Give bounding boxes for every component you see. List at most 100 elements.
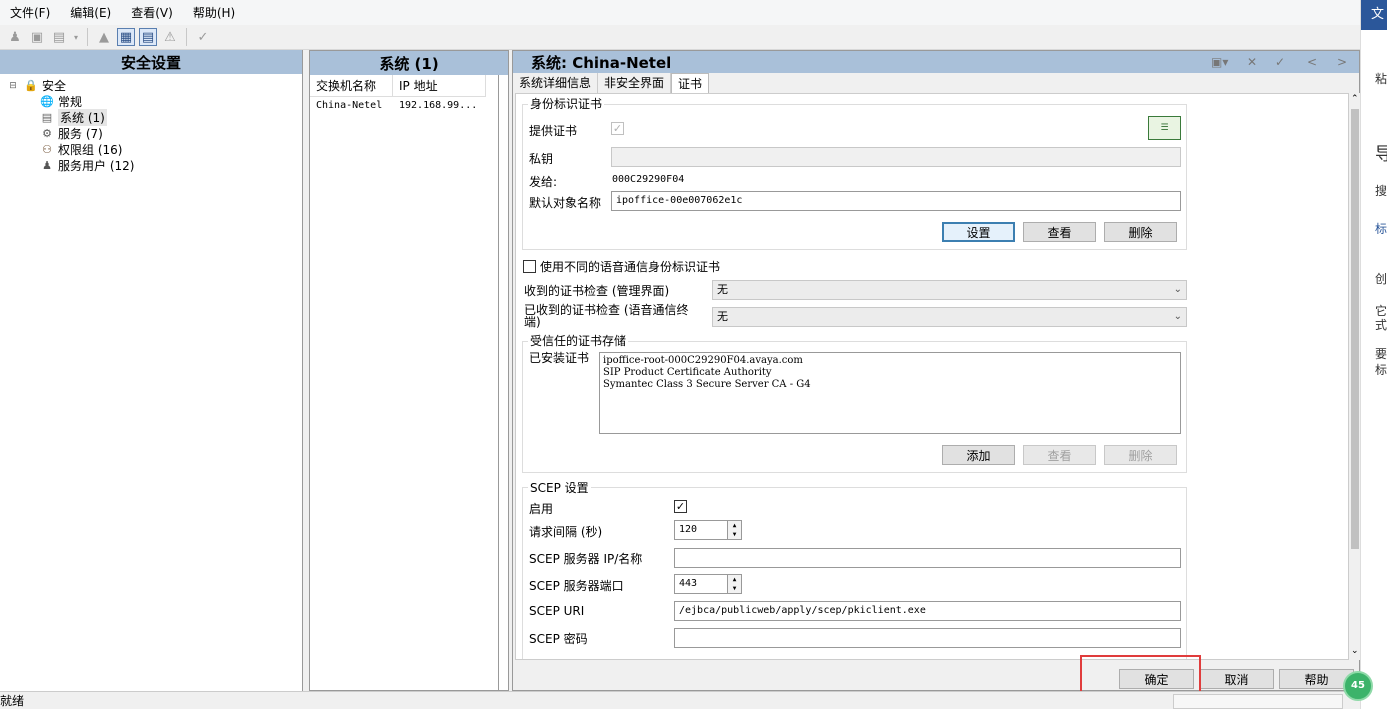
- tree-item-general[interactable]: 🌐 常规: [40, 93, 82, 110]
- toolbar-divider: [186, 28, 187, 46]
- notification-badge[interactable]: 45: [1343, 671, 1373, 701]
- scrollbar-thumb[interactable]: [1351, 109, 1359, 549]
- system-detail-panel: 系统: China-Netel ▣▾ ✕ ✓ < > 系统详细信息 非安全界面 …: [512, 50, 1361, 691]
- checkmark-icon[interactable]: ✓: [194, 28, 212, 46]
- warning-icon[interactable]: ⚠: [161, 28, 179, 46]
- side-text: 要: [1375, 347, 1387, 361]
- scep-server-port-stepper[interactable]: 443 ▲ ▼: [674, 574, 742, 594]
- panel-title: 安全设置: [0, 50, 302, 74]
- private-key-field[interactable]: [611, 147, 1181, 167]
- use-diff-cert-checkbox[interactable]: [523, 260, 536, 273]
- group-icon: ⚇: [42, 143, 52, 156]
- up-icon[interactable]: ▲: [95, 28, 113, 46]
- delete-button[interactable]: 删除: [1104, 222, 1177, 242]
- scep-uri-input[interactable]: /ejbca/publicweb/apply/scep/pkiclient.ex…: [674, 601, 1181, 621]
- save-icon[interactable]: ▣: [28, 28, 46, 46]
- chevron-down-icon: ⌄: [1173, 284, 1182, 295]
- tree-label: 系统 (1): [58, 109, 107, 126]
- toolbar-divider: [87, 28, 88, 46]
- dropdown-arrow-icon[interactable]: ▾: [72, 28, 80, 46]
- side-text: 搜: [1375, 184, 1387, 198]
- side-title: 文: [1361, 0, 1387, 30]
- view-details-icon[interactable]: ▦: [117, 28, 135, 46]
- tree-label: 常规: [58, 95, 83, 109]
- tab-certificates[interactable]: 证书: [671, 73, 710, 93]
- server-icon: ▤: [41, 111, 53, 124]
- menu-edit[interactable]: 编辑(E): [60, 4, 121, 21]
- set-button[interactable]: 设置: [942, 222, 1015, 242]
- provide-cert-checkbox[interactable]: ✓: [611, 122, 624, 135]
- table-row-ip-address[interactable]: 192.168.99...: [393, 98, 493, 114]
- panel-title: 系统: China-Netel: [513, 51, 1359, 73]
- list-item[interactable]: Symantec Class 3 Secure Server CA - G4: [603, 379, 1177, 391]
- stepper-arrows-icon[interactable]: ▲ ▼: [727, 575, 741, 593]
- scep-server-ip-input[interactable]: [674, 548, 1181, 568]
- received-cert-check-mgmt-label: 收到的证书检查 (管理界面): [524, 284, 670, 298]
- scep-enable-checkbox[interactable]: ✓: [674, 500, 687, 513]
- splitter[interactable]: [498, 75, 499, 691]
- scep-password-input[interactable]: [674, 628, 1181, 648]
- view-list-icon[interactable]: ▤: [139, 28, 157, 46]
- view-button[interactable]: 查看: [1023, 222, 1096, 242]
- list-item[interactable]: ipoffice-root-000C29290F04.avaya.com: [603, 355, 1177, 367]
- cancel-button[interactable]: 取消: [1199, 669, 1274, 689]
- tree-item-services[interactable]: ⚙ 服务 (7): [40, 125, 103, 142]
- tree-label: 安全: [42, 79, 67, 93]
- received-cert-check-voice-select[interactable]: 无 ⌄: [712, 307, 1187, 327]
- next-icon[interactable]: >: [1337, 55, 1347, 69]
- scep-enable-label: 启用: [529, 502, 554, 516]
- status-text: 就绪: [0, 694, 25, 708]
- stepper-arrows-icon[interactable]: ▲ ▼: [727, 521, 741, 539]
- collapse-icon[interactable]: ⊟: [6, 79, 20, 93]
- stepper-value: 443: [679, 578, 698, 589]
- tree-item-rights-groups[interactable]: ⚇ 权限组 (16): [40, 141, 122, 158]
- tab-unsecured-interfaces[interactable]: 非安全界面: [598, 73, 672, 93]
- scep-interval-stepper[interactable]: 120 ▲ ▼: [674, 520, 742, 540]
- table-row-switch-name[interactable]: China-Netel: [310, 98, 393, 114]
- column-header-ip-address[interactable]: IP 地址: [393, 75, 486, 97]
- menu-help[interactable]: 帮助(H): [183, 4, 245, 21]
- close-icon[interactable]: ✕: [1247, 55, 1257, 69]
- menu-file[interactable]: 文件(F): [0, 4, 60, 21]
- scroll-down-icon[interactable]: ⌄: [1351, 646, 1359, 656]
- group-title: SCEP 设置: [528, 479, 591, 496]
- provide-cert-label: 提供证书: [529, 124, 578, 138]
- side-text: 导: [1375, 144, 1387, 165]
- list-item[interactable]: SIP Product Certificate Authority: [603, 367, 1177, 379]
- tab-system-details[interactable]: 系统详细信息: [513, 73, 599, 93]
- default-subject-input[interactable]: ipoffice-00e007062e1c: [611, 191, 1181, 211]
- tree-label: 服务 (7): [58, 127, 103, 141]
- tree-item-system[interactable]: ▤ 系统 (1): [40, 109, 107, 126]
- open-folder-icon[interactable]: ▤: [50, 28, 68, 46]
- add-button[interactable]: 添加: [942, 445, 1015, 465]
- side-window-strip: 文 粘 导 搜 标 创 它 式 要 标: [1360, 0, 1387, 709]
- checkmark-icon[interactable]: ✓: [1275, 55, 1285, 69]
- user-key-icon: ♟: [42, 159, 52, 172]
- side-text: 创: [1375, 272, 1387, 286]
- toolbar: ♟ ▣ ▤ ▾ ▲ ▦ ▤ ⚠ ✓: [0, 25, 1360, 50]
- side-text: 式: [1375, 318, 1387, 332]
- menu-view[interactable]: 查看(V): [121, 4, 183, 21]
- scep-server-port-label: SCEP 服务器端口: [529, 579, 624, 593]
- column-header-switch-name[interactable]: 交换机名称: [310, 75, 393, 97]
- view-button[interactable]: 查看: [1023, 445, 1096, 465]
- delete-button[interactable]: 删除: [1104, 445, 1177, 465]
- tree-item-service-users[interactable]: ♟ 服务用户 (12): [40, 157, 134, 174]
- window-icon[interactable]: ▣▾: [1211, 55, 1228, 69]
- scep-interval-label: 请求间隔 (秒): [529, 525, 603, 539]
- gear-icon: ⚙: [42, 127, 52, 140]
- certificate-icon: ☰: [1148, 116, 1181, 140]
- globe-icon: 🌐: [40, 95, 54, 108]
- status-field: [1173, 694, 1343, 709]
- scroll-up-icon[interactable]: ⌃: [1351, 94, 1359, 104]
- installed-certs-list[interactable]: ipoffice-root-000C29290F04.avaya.com SIP…: [599, 352, 1181, 434]
- tree-label: 权限组 (16): [58, 143, 123, 157]
- tree-item-security[interactable]: ⊟ 🔒 安全: [6, 77, 66, 94]
- previous-icon[interactable]: <: [1307, 55, 1317, 69]
- tab-strip: 系统详细信息 非安全界面 证书: [513, 73, 710, 93]
- scep-uri-label: SCEP URI: [529, 604, 585, 618]
- received-cert-check-mgmt-select[interactable]: 无 ⌄: [712, 280, 1187, 300]
- installed-certs-label: 已安装证书: [529, 351, 590, 365]
- user-icon[interactable]: ♟: [6, 28, 24, 46]
- side-text: 标: [1375, 363, 1387, 377]
